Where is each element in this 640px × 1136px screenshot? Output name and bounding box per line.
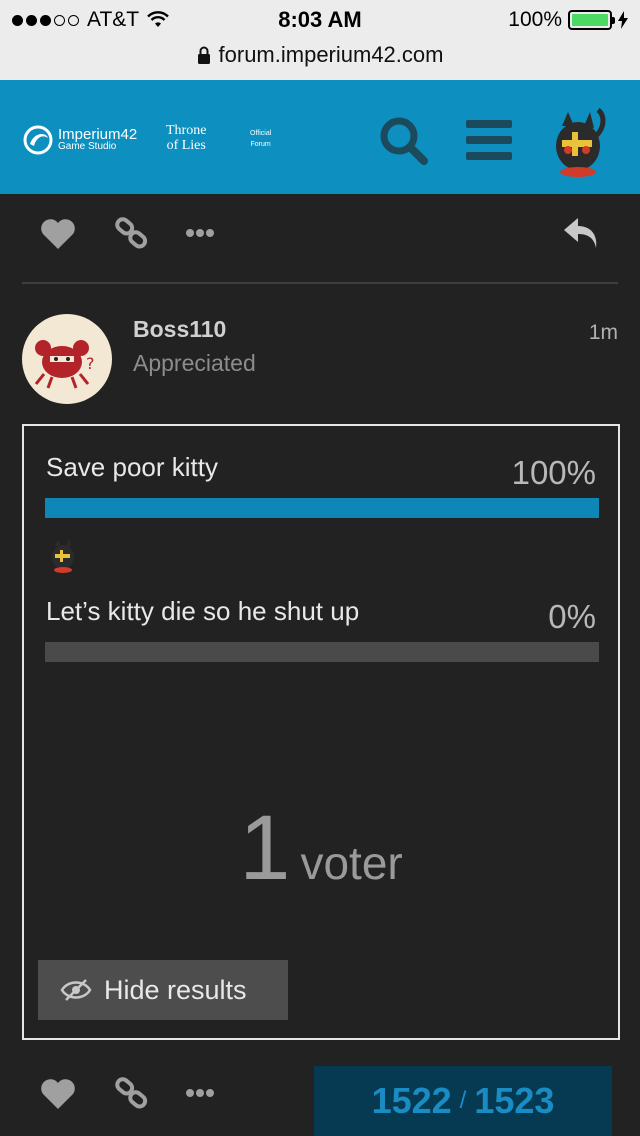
game-title-line2: of Lies [166,138,206,153]
poll-voter-count: 1 voter [24,796,618,901]
brand-sub: Game Studio [58,141,117,152]
heart-icon[interactable] [40,218,76,250]
battery-status: 100% [508,8,628,32]
voter-word: voter [300,837,403,889]
post-time[interactable]: 1m [589,321,618,345]
link-icon[interactable] [114,216,150,250]
svg-text:?: ? [86,354,95,373]
game-title-line1: Throne [166,123,207,138]
url-text: forum.imperium42.com [218,42,444,67]
eye-slash-icon [60,979,92,1001]
progress-separator: / [459,1087,467,1114]
topic-progress[interactable]: 1522 / 1523 [314,1066,612,1136]
throne-of-lies-logo[interactable]: Throne of Lies [166,123,206,153]
menu-icon[interactable] [466,120,512,160]
imperium42-logo[interactable]: Imperium42 Game Studio [22,124,137,156]
poll-option-2-label: Let’s kitty die so he shut up [46,596,360,626]
post-username[interactable]: Boss110 [133,316,226,343]
official-line2: Forum [250,141,271,148]
poll-option-1-bar [45,498,599,518]
hide-results-button[interactable]: Hide results [38,960,288,1020]
search-icon[interactable] [378,115,430,167]
voter-avatar[interactable] [46,536,80,574]
hide-results-label: Hide results [104,974,247,1005]
poll-option-2-percent: 0% [548,598,596,635]
poll-option-1-percent: 100% [511,454,596,491]
battery-percent: 100% [508,8,562,31]
lock-icon [197,46,210,64]
poll-option-1-bar-fill [45,498,599,518]
heart-icon[interactable] [40,1078,76,1110]
progress-total: 1523 [474,1080,555,1121]
link-icon[interactable] [114,1076,150,1110]
poll-option-1-label: Save poor kitty [46,452,218,482]
more-icon[interactable] [185,1088,215,1098]
more-icon[interactable] [185,228,215,238]
official-line1: Official [250,130,272,137]
status-bar: AT&T 8:03 AM 100% forum.imperium42.com [0,0,640,80]
post-actions-top [22,196,618,284]
reply-icon[interactable] [562,216,600,250]
official-forum-label: Official Forum [250,128,271,150]
imperium-swirl-icon [23,125,53,155]
poll-container: Save poor kitty 100% Let’s kitty die so … [22,424,620,1040]
brand-name: Imperium42 [58,126,138,143]
voter-number: 1 [239,797,291,899]
address-bar[interactable]: forum.imperium42.com [0,42,640,68]
charging-icon [618,11,628,29]
user-avatar-kitten[interactable] [544,106,608,178]
post-user-avatar[interactable]: ? [22,314,112,404]
crab-avatar-image: ? [34,340,95,389]
battery-icon [568,10,615,30]
poll-option-2-bar [45,642,599,662]
post-user-title: Appreciated [133,350,256,376]
progress-current: 1522 [371,1080,452,1121]
